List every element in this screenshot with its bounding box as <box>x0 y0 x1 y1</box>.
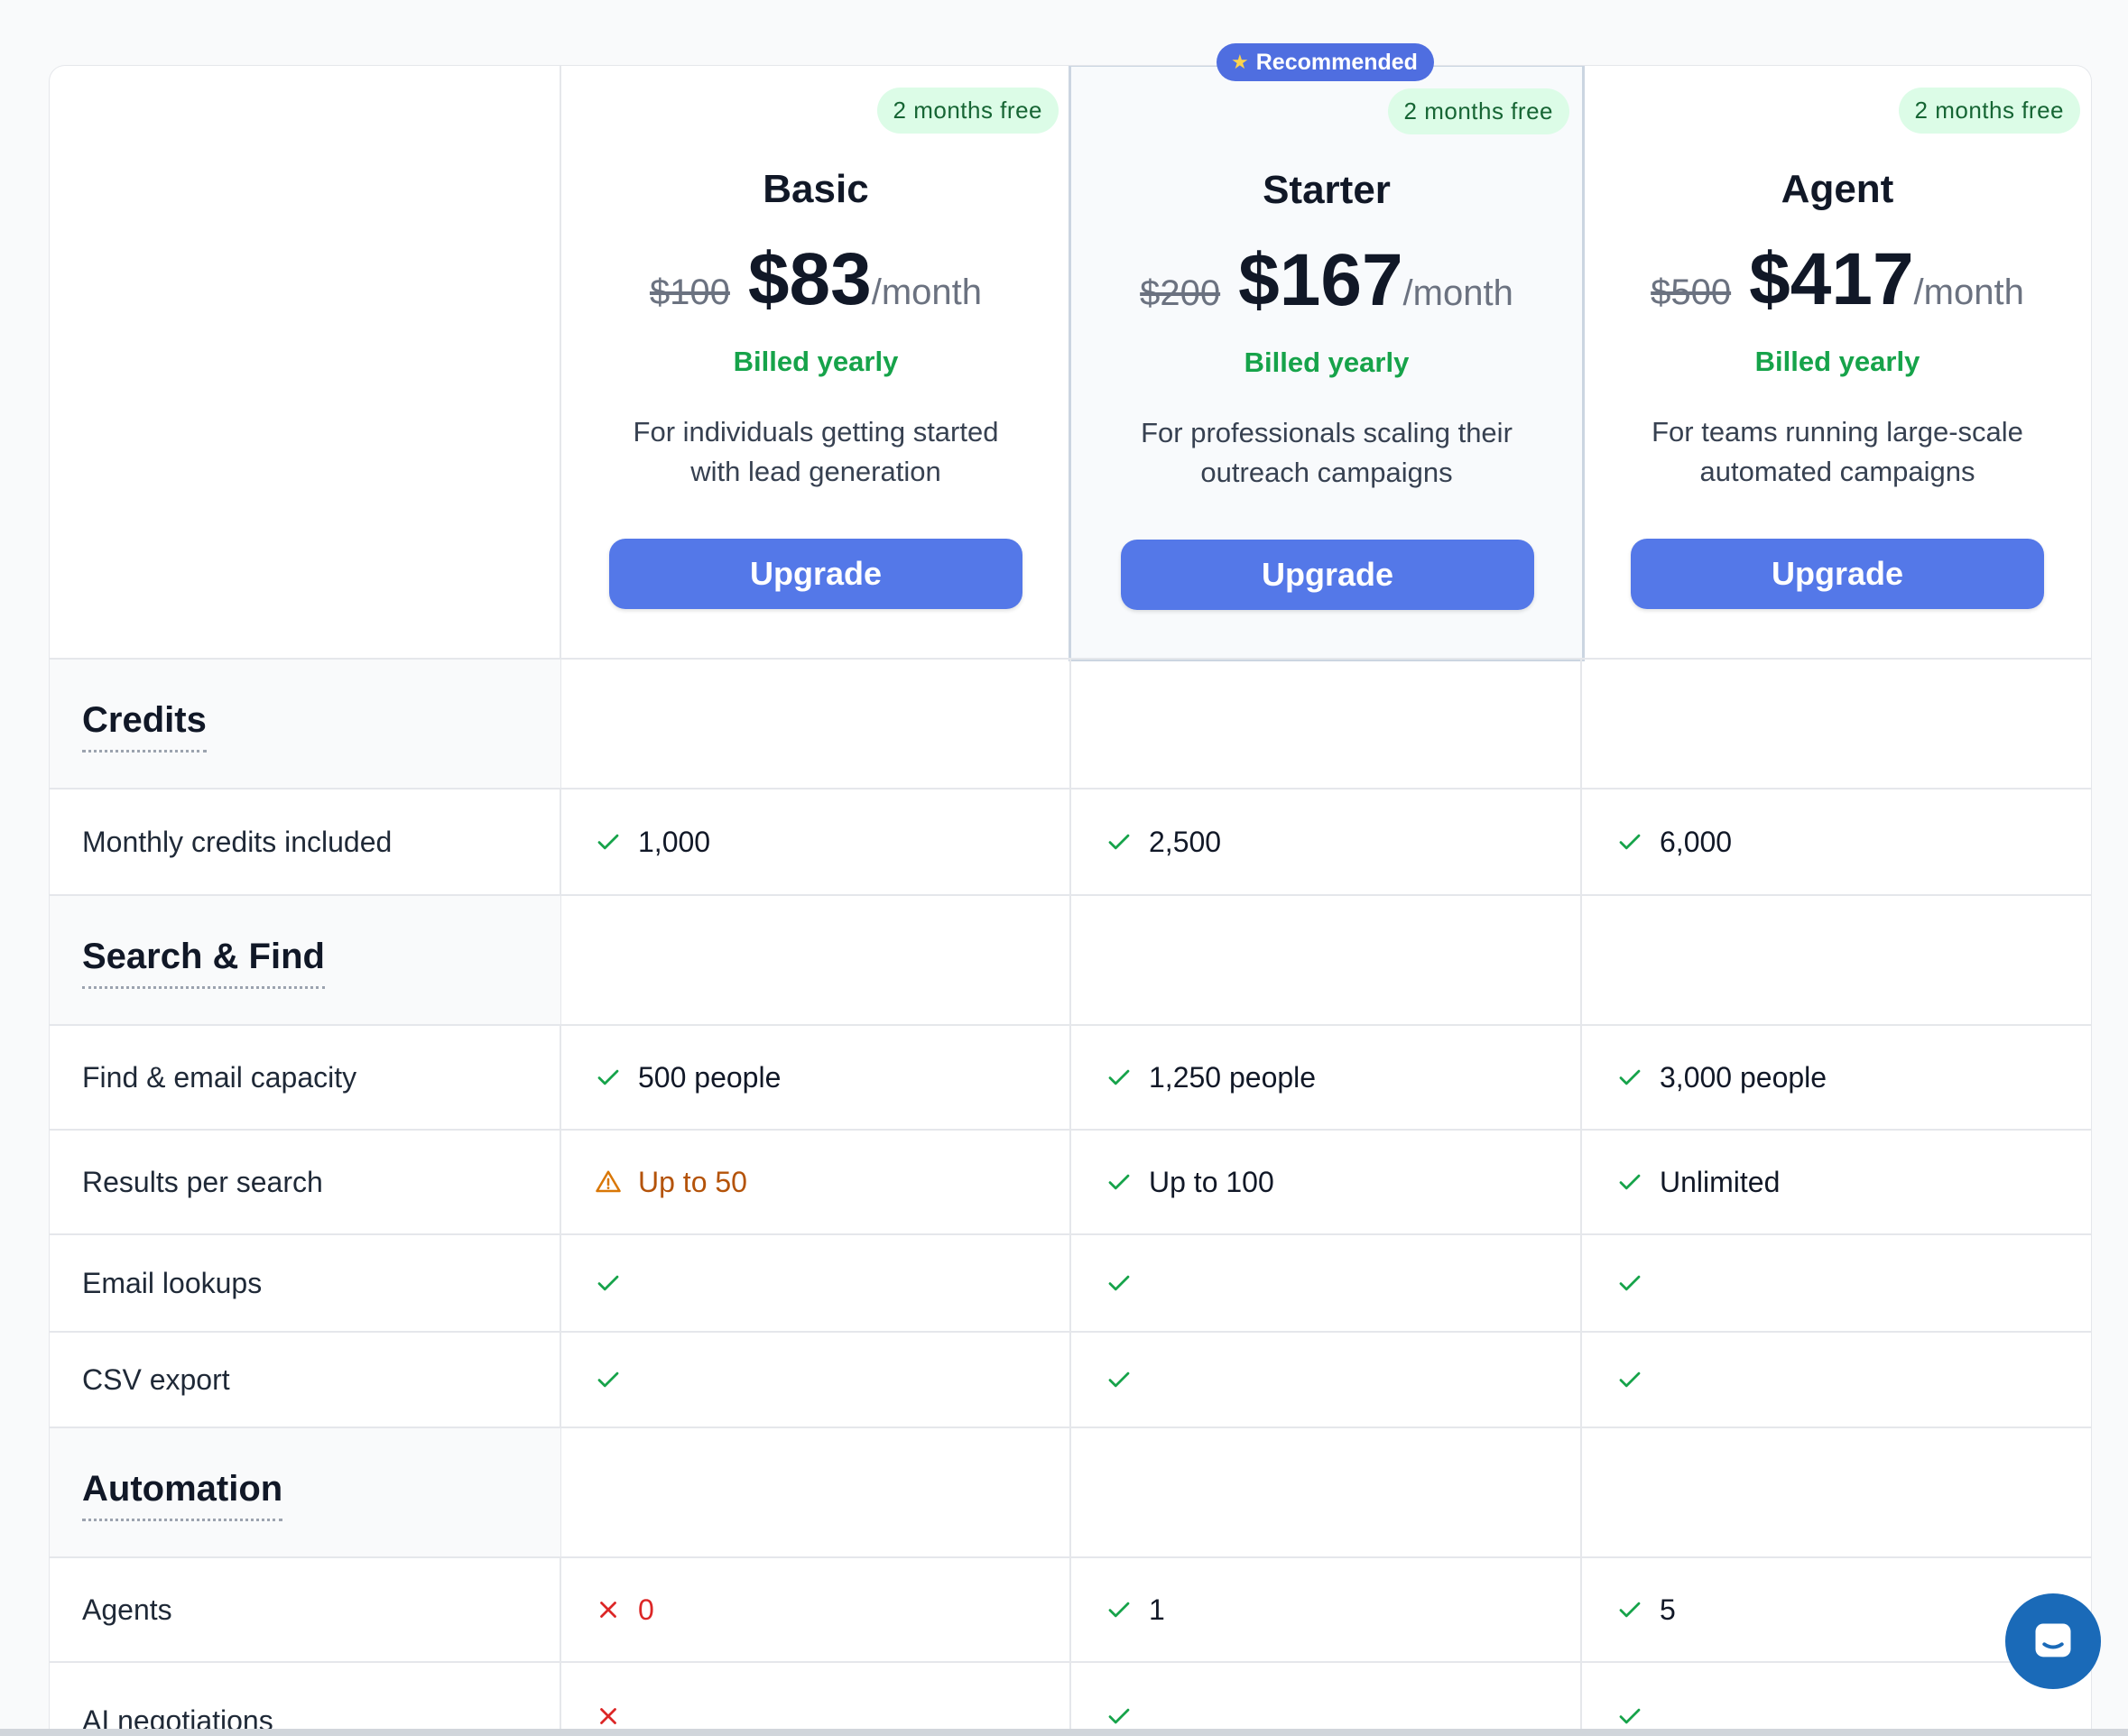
feature-row-results: Results per search Up to 50 Up to 100 Un… <box>50 1129 2091 1233</box>
billing-note: Billed yearly <box>1754 346 1920 377</box>
check-icon <box>1619 1371 1641 1388</box>
feature-label: Agents <box>82 1593 172 1626</box>
feature-row-email-lookups: Email lookups <box>50 1233 2091 1331</box>
price-line: $100 $83 /month <box>560 237 1071 322</box>
warning-icon <box>596 1170 621 1193</box>
star-icon: ★ <box>1231 51 1249 73</box>
price-line: $500 $417 /month <box>1582 237 2091 322</box>
section-title: Credits <box>82 700 207 753</box>
price: $417 <box>1749 238 1914 320</box>
feature-row-monthly-credits: Monthly credits included 1,000 2,500 6,0… <box>50 788 2091 894</box>
feature-value: 3,000 people <box>1660 1060 1827 1094</box>
feature-label: Monthly credits included <box>82 825 393 858</box>
feature-label: Results per search <box>82 1165 323 1198</box>
discount-badge: 2 months free <box>1387 88 1569 134</box>
check-icon <box>1619 1602 1641 1618</box>
plan-name: Starter <box>1263 168 1391 212</box>
chat-icon <box>2035 1623 2071 1658</box>
check-icon <box>1108 1708 1130 1724</box>
old-price: $100 <box>649 272 730 312</box>
cross-icon <box>600 1708 616 1724</box>
discount-badge: 2 months free <box>876 88 1059 134</box>
feature-value: 1 <box>1149 1593 1165 1626</box>
check-icon <box>597 1371 619 1388</box>
feature-value: 6,000 <box>1660 825 1733 858</box>
check-icon <box>1108 1371 1130 1388</box>
feature-value: 1,250 people <box>1149 1060 1317 1094</box>
check-icon <box>597 1069 619 1085</box>
plan-description: For professionals scaling their outreach… <box>1141 417 1513 488</box>
price-line: $200 $167 /month <box>1071 238 1582 323</box>
check-icon <box>1619 1708 1641 1724</box>
upgrade-basic-button[interactable]: Upgrade <box>609 539 1022 609</box>
section-title: Search & Find <box>82 937 325 989</box>
check-icon <box>1108 1174 1130 1190</box>
check-icon <box>597 1275 619 1291</box>
cross-icon <box>600 1602 616 1618</box>
window-bottom-edge <box>0 1729 2128 1736</box>
plan-basic: 2 months free Basic $100 $83 /month Bill… <box>560 66 1071 658</box>
feature-label: Find & email capacity <box>82 1060 357 1094</box>
check-icon <box>1108 1602 1130 1618</box>
feature-label: CSV export <box>82 1362 230 1396</box>
old-price: $500 <box>1651 272 1732 312</box>
check-icon <box>1619 1069 1641 1085</box>
feature-row-agents: Agents 0 1 5 <box>50 1556 2091 1661</box>
feature-value: 0 <box>638 1593 654 1626</box>
price-period: /month <box>871 272 983 312</box>
feature-value: Up to 100 <box>1149 1165 1274 1198</box>
billing-note: Billed yearly <box>1244 346 1410 378</box>
pricing-table: 2 months free Basic $100 $83 /month Bill… <box>49 65 2092 1736</box>
feature-value: 500 people <box>638 1060 782 1094</box>
feature-value: Up to 50 <box>638 1165 747 1198</box>
check-icon <box>1108 1069 1130 1085</box>
feature-value: 5 <box>1660 1593 1676 1626</box>
section-title: Automation <box>82 1469 283 1521</box>
old-price: $200 <box>1140 273 1221 313</box>
feature-row-ai-negotiations: AI negotiations <box>50 1661 2091 1736</box>
check-icon <box>597 834 619 850</box>
section-row-search: Search & Find <box>50 894 2091 1024</box>
plan-description: For individuals getting started with lea… <box>633 416 999 487</box>
feature-value: 2,500 <box>1149 825 1222 858</box>
feature-value: 1,000 <box>638 825 711 858</box>
check-icon <box>1619 1174 1641 1190</box>
feature-row-find-email: Find & email capacity 500 people 1,250 p… <box>50 1024 2091 1129</box>
price: $83 <box>747 238 872 320</box>
discount-badge: 2 months free <box>1898 88 2080 134</box>
plan-name: Basic <box>763 167 869 211</box>
price: $167 <box>1238 239 1403 321</box>
recommended-badge: ★ Recommended <box>1217 43 1434 81</box>
plan-description: For teams running large-scale automated … <box>1652 416 2023 487</box>
upgrade-agent-button[interactable]: Upgrade <box>1631 539 2044 609</box>
price-period: /month <box>1402 273 1513 313</box>
feature-value: Unlimited <box>1660 1165 1781 1198</box>
section-row-credits: Credits <box>50 658 2091 788</box>
feature-row-csv-export: CSV export <box>50 1331 2091 1427</box>
check-icon <box>1619 834 1641 850</box>
plan-name: Agent <box>1781 167 1894 211</box>
check-icon <box>1108 1275 1130 1291</box>
upgrade-starter-button[interactable]: Upgrade <box>1121 540 1534 610</box>
plan-starter: 2 months free Starter $200 $167 /month B… <box>1069 66 1585 661</box>
feature-label: Email lookups <box>82 1266 263 1299</box>
price-period: /month <box>1913 272 2024 312</box>
plan-agent: 2 months free Agent $500 $417 /month Bil… <box>1582 66 2091 658</box>
check-icon <box>1619 1275 1641 1291</box>
section-row-automation: Automation <box>50 1427 2091 1556</box>
billing-note: Billed yearly <box>733 346 899 377</box>
chat-launcher-button[interactable] <box>2005 1593 2101 1689</box>
check-icon <box>1108 834 1130 850</box>
